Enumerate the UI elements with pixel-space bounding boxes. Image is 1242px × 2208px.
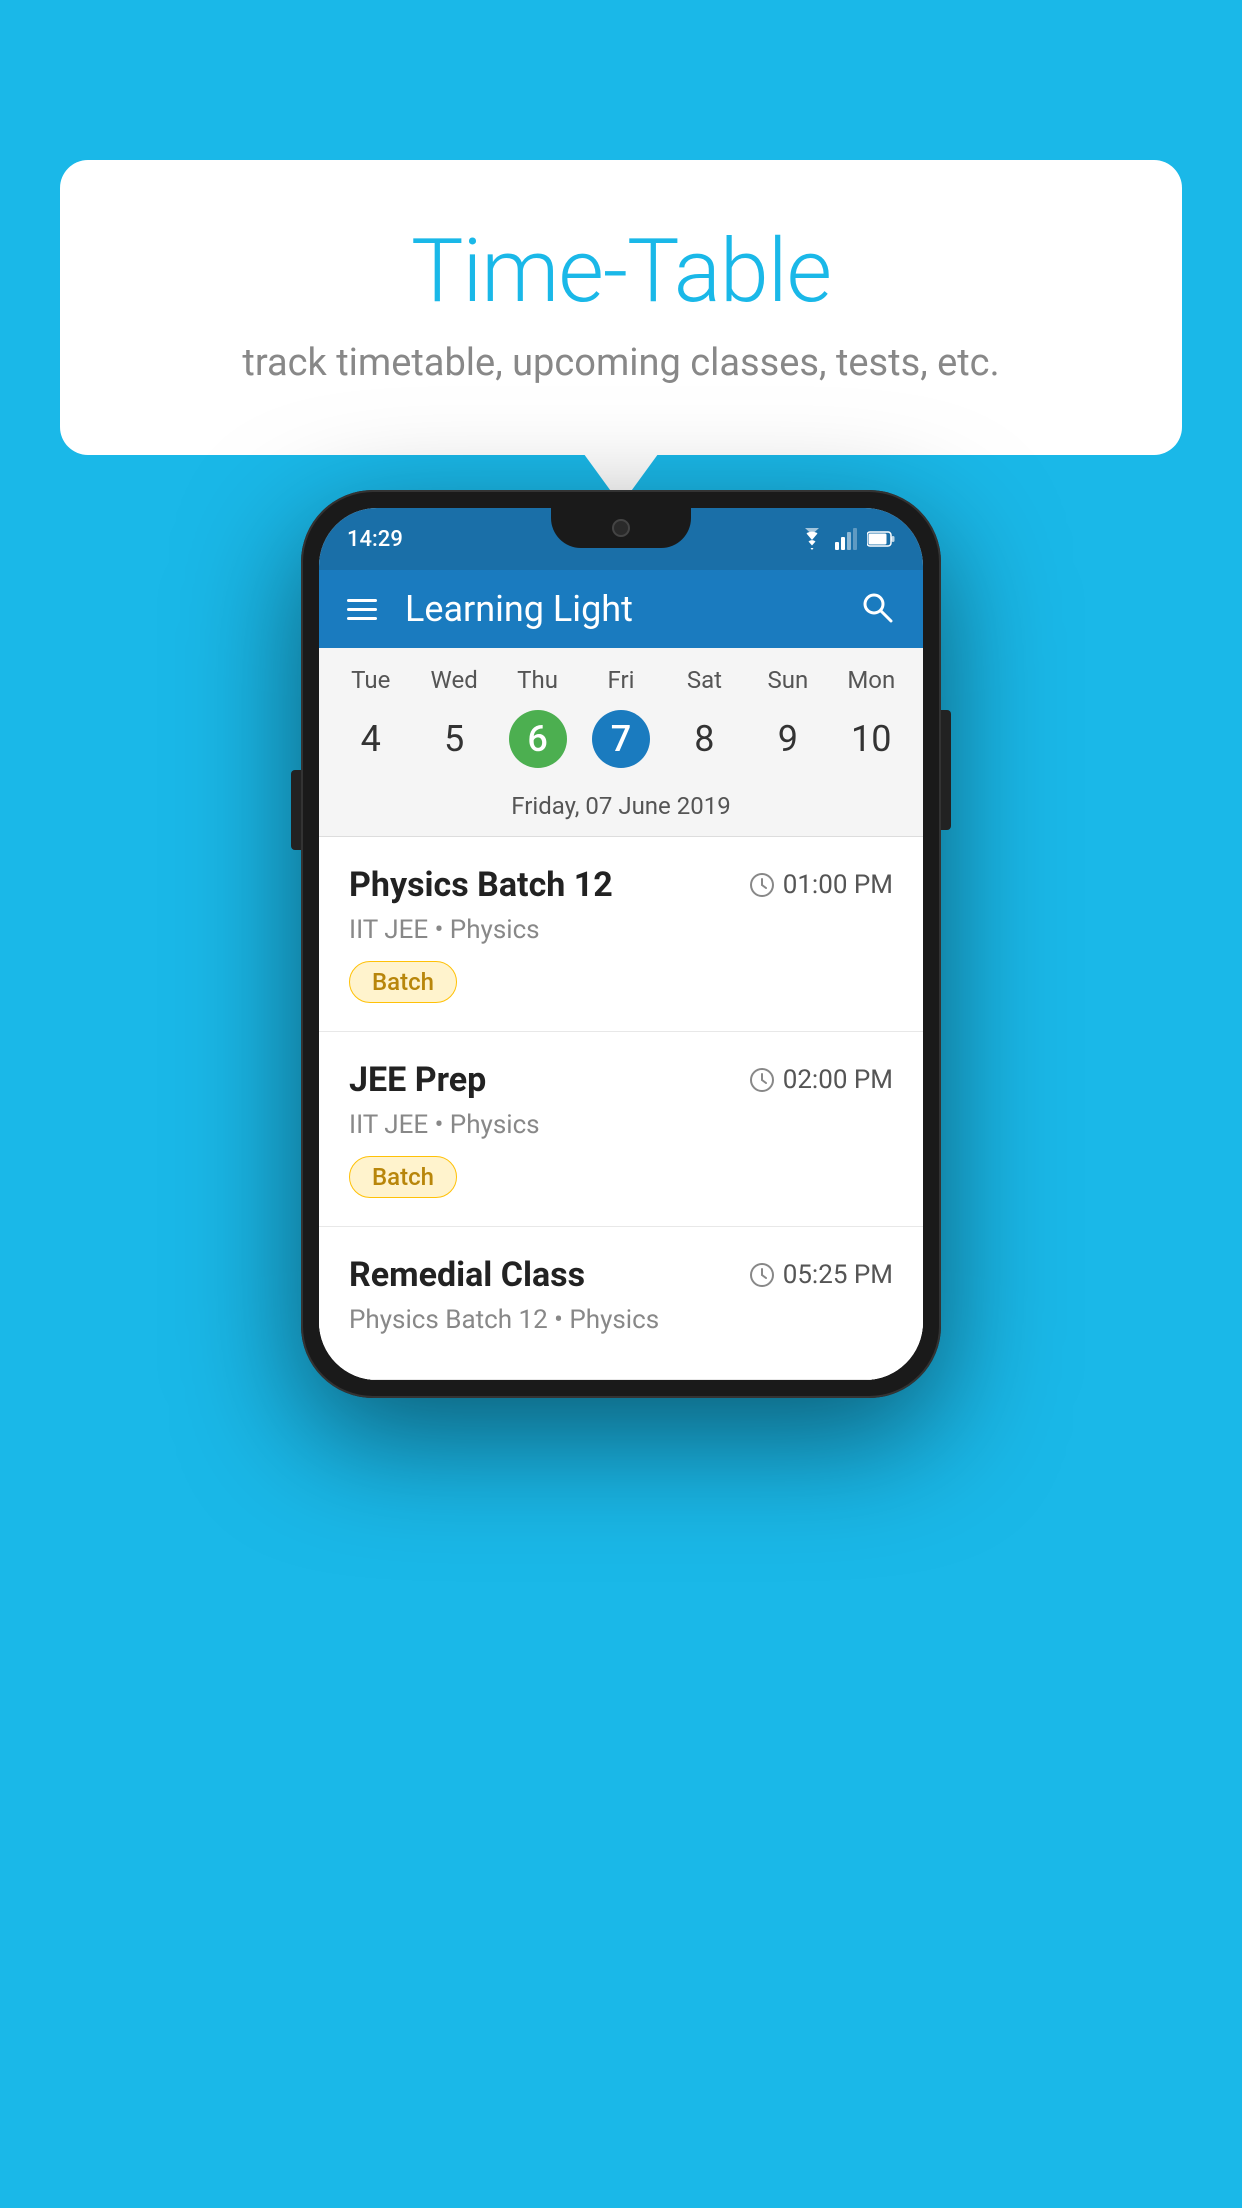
day-9[interactable]: 9: [746, 710, 829, 768]
status-time: 14:29: [347, 527, 403, 552]
bubble-title: Time-Table: [140, 220, 1102, 323]
schedule-item-3-title: Remedial Class: [349, 1255, 585, 1295]
day-5[interactable]: 5: [412, 710, 495, 768]
search-icon[interactable]: [859, 589, 895, 629]
bubble-subtitle: track timetable, upcoming classes, tests…: [140, 341, 1102, 385]
battery-icon: [867, 530, 895, 548]
day-header-tue: Tue: [329, 666, 412, 694]
phone-outer: 14:29: [301, 490, 941, 1398]
speech-bubble: Time-Table track timetable, upcoming cla…: [60, 160, 1182, 455]
app-title: Learning Light: [405, 588, 859, 630]
clock-icon-3: [749, 1262, 775, 1288]
schedule-item-3-header: Remedial Class 05:25 PM: [349, 1255, 893, 1295]
schedule-item-1-subtitle: IIT JEE • Physics: [349, 915, 893, 945]
selected-date-label: Friday, 07 June 2019: [319, 784, 923, 837]
calendar-section: Tue Wed Thu Fri Sat Sun Mon 4 5 6 7 8 9 …: [319, 648, 923, 837]
schedule-item-2-time: 02:00 PM: [749, 1065, 893, 1095]
day-6-today[interactable]: 6: [509, 710, 567, 768]
schedule-item-2[interactable]: JEE Prep 02:00 PM IIT JEE • Physics Batc…: [319, 1032, 923, 1227]
hamburger-menu-icon[interactable]: [347, 599, 377, 620]
day-header-wed: Wed: [412, 666, 495, 694]
schedule-item-3-time-text: 05:25 PM: [783, 1260, 893, 1290]
schedule-item-2-subtitle: IIT JEE • Physics: [349, 1110, 893, 1140]
schedule-item-2-time-text: 02:00 PM: [783, 1065, 893, 1095]
schedule-item-1[interactable]: Physics Batch 12 01:00 PM IIT JEE • Phys…: [319, 837, 923, 1032]
day-headers: Tue Wed Thu Fri Sat Sun Mon: [319, 648, 923, 702]
day-4[interactable]: 4: [329, 710, 412, 768]
day-10[interactable]: 10: [830, 710, 913, 768]
app-bar: Learning Light: [319, 570, 923, 648]
signal-icon: [835, 528, 857, 550]
clock-icon-2: [749, 1067, 775, 1093]
day-header-fri: Fri: [579, 666, 662, 694]
schedule-item-3-time: 05:25 PM: [749, 1260, 893, 1290]
speech-bubble-section: Time-Table track timetable, upcoming cla…: [60, 160, 1182, 455]
status-icons: [799, 528, 895, 550]
wifi-icon: [799, 528, 825, 550]
schedule-item-1-time-text: 01:00 PM: [783, 870, 893, 900]
schedule-item-2-badge: Batch: [349, 1156, 457, 1198]
day-header-sun: Sun: [746, 666, 829, 694]
schedule-list: Physics Batch 12 01:00 PM IIT JEE • Phys…: [319, 837, 923, 1380]
phone-mockup: 14:29: [301, 490, 941, 1398]
schedule-item-2-title: JEE Prep: [349, 1060, 486, 1100]
schedule-item-2-header: JEE Prep 02:00 PM: [349, 1060, 893, 1100]
day-numbers: 4 5 6 7 8 9 10: [319, 702, 923, 784]
schedule-item-1-time: 01:00 PM: [749, 870, 893, 900]
day-8[interactable]: 8: [663, 710, 746, 768]
day-header-sat: Sat: [663, 666, 746, 694]
notch: [551, 508, 691, 548]
day-header-thu: Thu: [496, 666, 579, 694]
schedule-item-3[interactable]: Remedial Class 05:25 PM Physics Batch 12…: [319, 1227, 923, 1380]
phone-screen: 14:29: [319, 508, 923, 1380]
status-bar: 14:29: [319, 508, 923, 570]
schedule-item-3-subtitle: Physics Batch 12 • Physics: [349, 1305, 893, 1335]
camera: [612, 519, 630, 537]
schedule-item-1-title: Physics Batch 12: [349, 865, 613, 905]
day-header-mon: Mon: [830, 666, 913, 694]
clock-icon: [749, 872, 775, 898]
schedule-item-1-badge: Batch: [349, 961, 457, 1003]
schedule-item-1-header: Physics Batch 12 01:00 PM: [349, 865, 893, 905]
day-7-selected[interactable]: 7: [592, 710, 650, 768]
